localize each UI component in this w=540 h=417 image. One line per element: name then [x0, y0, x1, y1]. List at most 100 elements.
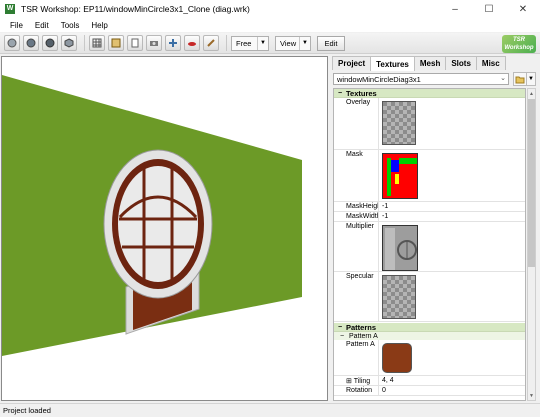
property-row-pattern-a[interactable]: Pattern A	[334, 340, 525, 376]
panel-menu-button[interactable]: ▼	[526, 72, 536, 86]
toolbar: Free ▼ View ▼ Edit	[0, 33, 540, 54]
overlay-texture-thumbnail[interactable]	[382, 101, 416, 145]
scroll-up-arrow-icon[interactable]: ▲	[528, 89, 535, 98]
property-value[interactable]	[379, 340, 525, 375]
title-bar: W TSR Workshop: EP11/windowMinCircle3x1_…	[0, 0, 540, 18]
property-value[interactable]: 4, 4	[379, 376, 525, 385]
toolbar-separator	[226, 35, 227, 51]
sphere-wire-icon	[7, 38, 17, 48]
property-row-multiplier[interactable]: Multiplier	[334, 222, 525, 272]
joints-icon	[169, 39, 177, 47]
category-textures[interactable]: − Textures	[334, 89, 525, 98]
view-wireframe-button[interactable]	[4, 35, 20, 51]
chevron-down-icon: ▼	[299, 36, 310, 50]
lipstick-icon	[188, 42, 196, 46]
tab-project[interactable]: Project	[332, 56, 372, 70]
camera-icon	[150, 41, 158, 46]
property-value[interactable]	[379, 272, 525, 321]
collapse-icon[interactable]: −	[334, 324, 346, 331]
property-row-overlay[interactable]: Overlay	[334, 98, 525, 150]
property-label: MaskWidth	[334, 212, 379, 221]
panel-tabs: Project Textures Mesh Slots Misc	[332, 56, 506, 71]
bounds-button[interactable]	[108, 35, 124, 51]
category-patterns[interactable]: − Patterns	[334, 323, 525, 332]
cube-icon	[64, 38, 74, 48]
subcategory-label: Pattern A	[349, 332, 378, 340]
minimize-button[interactable]: –	[438, 0, 472, 18]
chevron-down-icon: ⌄	[500, 75, 506, 82]
collapse-icon[interactable]: −	[334, 90, 346, 97]
grid-icon	[92, 38, 102, 48]
viewport-scene	[2, 75, 302, 356]
sphere-solid-icon	[26, 38, 36, 48]
property-label: Overlay	[334, 98, 379, 149]
mask-texture-thumbnail[interactable]	[382, 153, 419, 200]
subcategory-pattern-a[interactable]: − Pattern A	[334, 332, 525, 340]
edit-button[interactable]: Edit	[317, 35, 345, 51]
lipstick-button[interactable]	[184, 35, 200, 51]
window-title: TSR Workshop: EP11/windowMinCircle3x1_Cl…	[21, 4, 250, 14]
brush-button[interactable]	[203, 35, 219, 51]
tiling-label: Tiling	[353, 378, 371, 385]
specular-texture-thumbnail[interactable]	[382, 275, 416, 319]
tsr-workshop-logo: TSR Workshop	[502, 35, 536, 53]
mode-dropdown-value: Free	[236, 38, 252, 48]
tab-textures[interactable]: Textures	[370, 56, 415, 71]
view-dropdown-value: View	[280, 38, 297, 48]
property-row-tiling[interactable]: ⊞ Tiling 4, 4	[334, 376, 525, 386]
expand-icon[interactable]: ⊞	[346, 378, 352, 385]
object-select[interactable]: windowMinCircleDiag3x1 ⌄	[333, 73, 509, 85]
toolbar-separator	[84, 35, 85, 51]
view-shaded-button[interactable]	[61, 35, 77, 51]
property-value[interactable]: 0	[379, 386, 525, 395]
tab-misc[interactable]: Misc	[475, 56, 506, 70]
property-value[interactable]: -1	[379, 202, 525, 211]
chevron-down-icon: ▼	[257, 36, 268, 50]
category-label: Patterns	[346, 322, 377, 332]
logo-text-bottom: Workshop	[504, 45, 534, 51]
view-textured-button[interactable]	[42, 35, 58, 51]
property-row-rotation[interactable]: Rotation 0	[334, 386, 525, 396]
folder-icon	[515, 76, 525, 83]
view-dropdown[interactable]: View ▼	[275, 35, 311, 51]
floor-button[interactable]	[127, 35, 143, 51]
scrollbar-thumb[interactable]	[528, 99, 535, 267]
property-row-maskwidth[interactable]: MaskWidth -1	[334, 212, 525, 222]
open-file-button[interactable]	[513, 72, 527, 86]
status-bar: Project loaded	[0, 403, 540, 417]
vertical-scrollbar[interactable]: ▲ ▼	[527, 88, 536, 401]
bounds-icon	[111, 38, 121, 48]
property-value[interactable]	[379, 98, 525, 149]
property-grid[interactable]: − Textures Overlay Mask MaskHeigh	[333, 88, 526, 401]
property-row-maskheight[interactable]: MaskHeight -1	[334, 202, 525, 212]
3d-viewport[interactable]	[1, 56, 328, 401]
joints-button[interactable]	[165, 35, 181, 51]
scroll-down-arrow-icon[interactable]: ▼	[528, 391, 535, 400]
view-solid-button[interactable]	[23, 35, 39, 51]
property-row-mask[interactable]: Mask	[334, 150, 525, 202]
menu-file[interactable]: File	[4, 21, 29, 30]
menu-bar: File Edit Tools Help	[0, 18, 540, 32]
collapse-icon[interactable]: −	[340, 333, 349, 340]
properties-panel: Project Textures Mesh Slots Misc windowM…	[332, 56, 537, 401]
close-button[interactable]: ✕	[506, 0, 540, 18]
menu-tools[interactable]: Tools	[55, 21, 86, 30]
menu-edit[interactable]: Edit	[29, 21, 55, 30]
maximize-button[interactable]: ☐	[472, 0, 506, 18]
menu-help[interactable]: Help	[85, 21, 113, 30]
camera-button[interactable]	[146, 35, 162, 51]
object-select-value: windowMinCircleDiag3x1	[337, 74, 421, 84]
tab-slots[interactable]: Slots	[445, 56, 477, 70]
property-row-specular[interactable]: Specular	[334, 272, 525, 322]
pattern-color-swatch[interactable]	[382, 343, 412, 373]
property-value[interactable]: -1	[379, 212, 525, 221]
property-value[interactable]	[379, 222, 525, 271]
property-label: Multiplier	[334, 222, 379, 271]
multiplier-texture-thumbnail[interactable]	[382, 225, 419, 271]
floor-icon	[131, 38, 139, 48]
grid-button[interactable]	[89, 35, 105, 51]
tab-mesh[interactable]: Mesh	[413, 56, 447, 70]
property-value[interactable]	[379, 150, 525, 201]
mode-dropdown[interactable]: Free ▼	[231, 35, 269, 51]
window-controls: – ☐ ✕	[438, 0, 540, 18]
